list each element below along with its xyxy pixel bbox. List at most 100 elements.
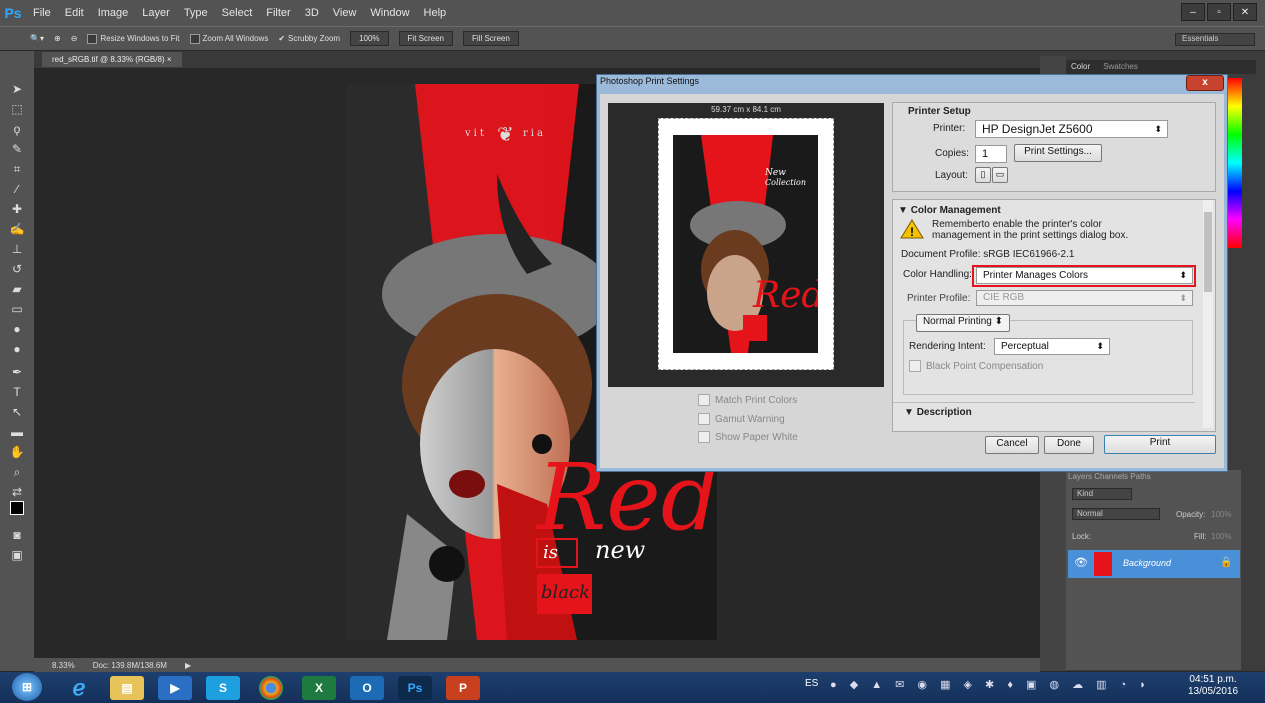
tab-swatches[interactable]: Swatches — [1098, 60, 1143, 74]
print-button[interactable]: Print — [1104, 435, 1216, 454]
quick-select-tool-icon[interactable]: ✎ — [9, 141, 25, 157]
blur-tool-icon[interactable]: ● — [9, 321, 25, 337]
menu-image[interactable]: Image — [91, 7, 136, 19]
normal-printing-select[interactable]: Normal Printing ⬍ — [916, 314, 1010, 332]
restore-button[interactable]: ▫ — [1207, 3, 1231, 21]
blend-mode-select[interactable]: Normal — [1072, 508, 1160, 520]
fill-screen-button[interactable]: Fill Screen — [463, 31, 519, 46]
media-player-icon[interactable]: ▶ — [158, 676, 192, 700]
crop-tool-icon[interactable]: ⌗ — [9, 161, 25, 177]
zoom-out-icon[interactable]: ⊖ — [71, 34, 78, 43]
dialog-close-button[interactable]: x — [1186, 75, 1224, 91]
chrome-icon[interactable] — [259, 676, 283, 700]
scrubby-zoom-option[interactable]: ✔ Scrubby Zoom — [278, 34, 340, 43]
type-tool-icon[interactable]: T — [9, 384, 25, 400]
file-explorer-icon[interactable]: ▤ — [110, 676, 144, 700]
lasso-tool-icon[interactable]: ϙ — [9, 121, 25, 137]
match-print-colors-checkbox[interactable] — [698, 394, 710, 406]
zoom-tool-icon[interactable]: ⌕ — [9, 464, 25, 480]
close-button[interactable]: ✕ — [1233, 3, 1257, 21]
eye-icon[interactable]: 👁 — [1074, 556, 1088, 569]
zoom-100-button[interactable]: 100% — [350, 31, 389, 46]
zoom-all-checkbox[interactable] — [189, 33, 200, 44]
menu-3d[interactable]: 3D — [298, 7, 326, 19]
path-select-tool-icon[interactable]: ↖ — [9, 404, 25, 420]
swap-colors-icon[interactable]: ⇄ — [9, 484, 25, 500]
gradient-tool-icon[interactable]: ▭ — [9, 301, 25, 317]
taskbar-clock[interactable]: 04:51 p.m. 13/05/2016 — [1188, 674, 1238, 698]
zoom-in-icon[interactable]: ⊕ — [54, 34, 61, 43]
quick-mask-icon[interactable]: ◙ — [9, 527, 25, 543]
color-handling-select[interactable]: Printer Manages Colors ⬍ — [976, 267, 1193, 284]
preview-thumbnail[interactable]: New Collection Red — [673, 135, 818, 353]
resize-windows-checkbox[interactable] — [87, 33, 98, 44]
resize-windows-option[interactable]: Resize Windows to Fit — [87, 33, 180, 44]
menu-view[interactable]: View — [326, 7, 364, 19]
foreground-color-swatch[interactable] — [10, 501, 24, 515]
dodge-tool-icon[interactable]: ● — [9, 341, 25, 357]
internet-explorer-icon[interactable]: ℯ — [62, 675, 96, 700]
opacity-value[interactable]: 100% — [1211, 510, 1231, 519]
fill-value[interactable]: 100% — [1211, 532, 1231, 541]
tab-channels[interactable]: Channels — [1094, 472, 1128, 481]
done-button[interactable]: Done — [1044, 436, 1094, 454]
menu-window[interactable]: Window — [363, 7, 416, 19]
skype-icon[interactable]: S — [206, 676, 240, 700]
color-management-heading[interactable]: ▼ Color Management — [898, 205, 1001, 216]
shape-tool-icon[interactable]: ▬ — [9, 424, 25, 440]
eyedropper-tool-icon[interactable]: ∕ — [9, 181, 25, 197]
layer-row[interactable]: 👁 Background 🔒 — [1068, 550, 1240, 578]
move-tool-icon[interactable]: ➤ — [9, 81, 25, 97]
document-tab[interactable]: red_sRGB.tif @ 8.33% (RGB/8) × — [42, 52, 182, 67]
minimize-button[interactable]: – — [1181, 3, 1205, 21]
eraser-tool-icon[interactable]: ▰ — [9, 281, 25, 297]
menu-type[interactable]: Type — [177, 7, 215, 19]
menu-edit[interactable]: Edit — [58, 7, 91, 19]
fit-screen-button[interactable]: Fit Screen — [398, 31, 453, 46]
description-heading[interactable]: ▼ Description — [904, 407, 972, 418]
menu-layer[interactable]: Layer — [135, 7, 177, 19]
zoom-all-option[interactable]: Zoom All Windows — [189, 33, 268, 44]
pen-tool-icon[interactable]: ✒ — [9, 364, 25, 380]
close-tab-icon[interactable]: × — [167, 55, 172, 64]
layout-landscape-icon[interactable]: ▭ — [992, 167, 1008, 183]
tab-paths[interactable]: Paths — [1130, 472, 1150, 481]
outlook-icon[interactable]: O — [350, 676, 384, 700]
powerpoint-icon[interactable]: P — [446, 676, 480, 700]
rendering-intent-select[interactable]: Perceptual ⬍ — [994, 338, 1110, 355]
layer-kind-filter[interactable]: Kind — [1072, 488, 1132, 500]
black-point-checkbox[interactable] — [909, 360, 921, 372]
show-paper-white-checkbox[interactable] — [698, 431, 710, 443]
menu-file[interactable]: File — [26, 7, 58, 19]
screen-mode-icon[interactable]: ▣ — [9, 547, 25, 563]
menu-help[interactable]: Help — [417, 7, 454, 19]
status-arrow-icon[interactable]: ▶ — [185, 661, 191, 670]
gamut-warning-checkbox[interactable] — [698, 413, 710, 425]
stamp-tool-icon[interactable]: ⊥ — [9, 241, 25, 257]
layout-portrait-icon[interactable]: ▯ — [975, 167, 991, 183]
gamut-warning-option[interactable]: Gamut Warning — [698, 413, 785, 425]
history-brush-tool-icon[interactable]: ↺ — [9, 261, 25, 277]
tray-language[interactable]: ES — [805, 678, 818, 689]
match-print-colors-option[interactable]: Match Print Colors — [698, 394, 797, 406]
cancel-button[interactable]: Cancel — [985, 436, 1039, 454]
color-spectrum[interactable] — [1228, 78, 1242, 248]
tab-color[interactable]: Color — [1066, 60, 1095, 74]
copies-input[interactable]: 1 — [975, 145, 1007, 163]
hand-tool-icon[interactable]: ✋ — [9, 444, 25, 460]
marquee-tool-icon[interactable]: ⬚ — [9, 101, 25, 117]
tab-layers[interactable]: Layers — [1068, 472, 1092, 481]
photoshop-taskbar-icon[interactable]: Ps — [398, 676, 432, 700]
black-point-option[interactable]: Black Point Compensation — [909, 360, 1043, 372]
workspace-select[interactable]: Essentials — [1175, 33, 1255, 46]
system-tray-icons[interactable]: ● ◆ ▲ ✉ ◉ ▦ ◈ ✱ ♦ ▣ ◍ ☁ ▥ ◔ ◗ — [830, 678, 1151, 691]
menu-select[interactable]: Select — [215, 7, 260, 19]
healing-tool-icon[interactable]: ✚ — [9, 201, 25, 217]
printer-select[interactable]: HP DesignJet Z5600 ⬍ — [975, 120, 1168, 138]
show-paper-white-option[interactable]: Show Paper White — [698, 431, 798, 443]
print-settings-button[interactable]: Print Settings... — [1014, 144, 1102, 162]
start-button-icon[interactable]: ⊞ — [12, 673, 42, 701]
menu-filter[interactable]: Filter — [259, 7, 297, 19]
brush-tool-icon[interactable]: ✍ — [9, 221, 25, 237]
scrollbar-thumb[interactable] — [1204, 212, 1212, 292]
